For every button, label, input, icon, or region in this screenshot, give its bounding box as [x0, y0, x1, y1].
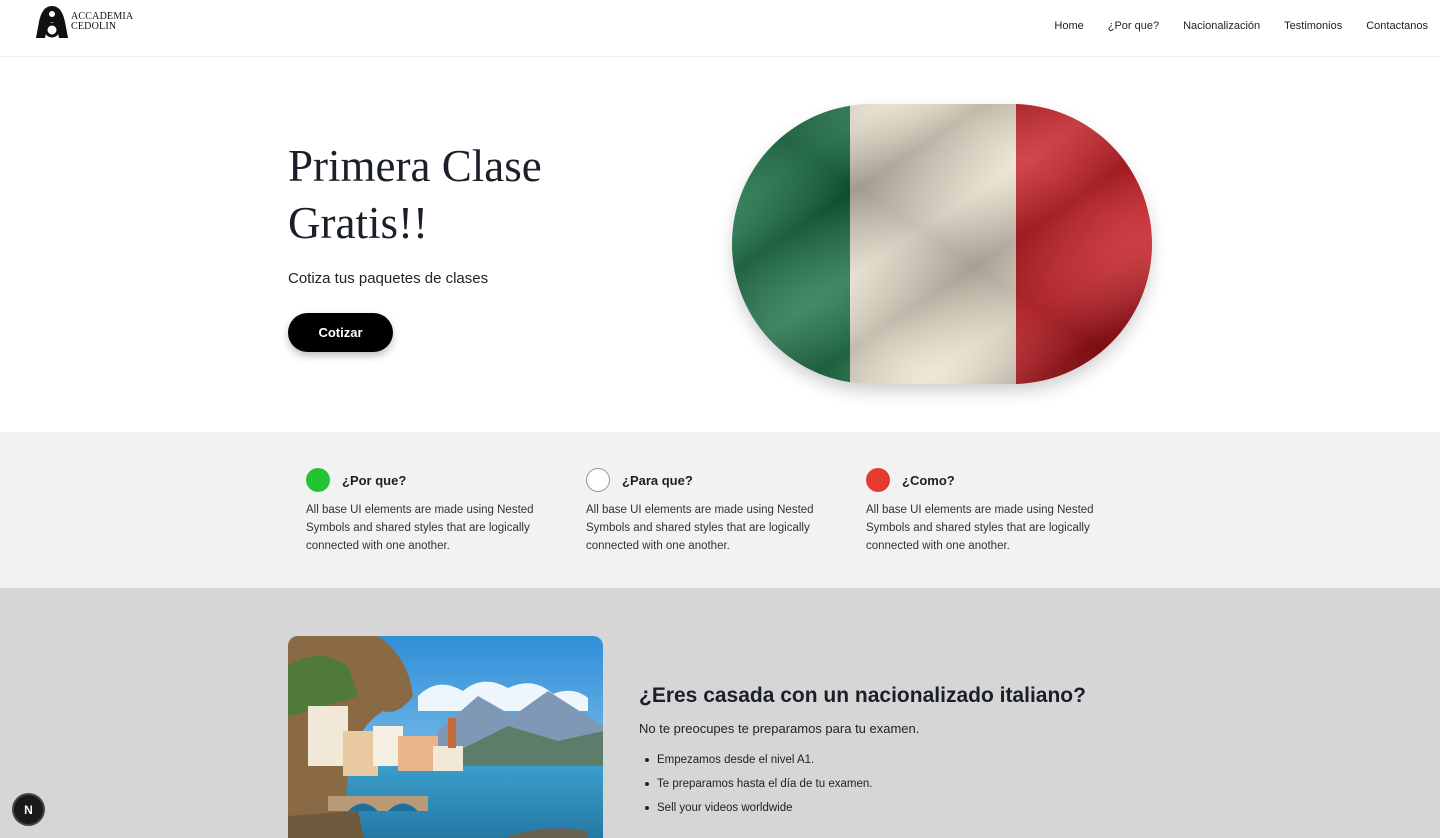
- list-item: Te preparamos hasta el día de tu examen.: [644, 776, 872, 800]
- features-section: ¿Por que? All base UI elements are made …: [0, 432, 1440, 588]
- logo-text: ACCADEMIA CEDOLIN: [71, 12, 133, 32]
- exam-section-subtitle: No te preocupes te preparamos para tu ex…: [639, 721, 920, 736]
- nav-testimonios[interactable]: Testimonios: [1284, 20, 1342, 32]
- feature-text: All base UI elements are made using Nest…: [866, 504, 1094, 552]
- logo[interactable]: ACCADEMIA CEDOLIN: [35, 4, 133, 40]
- white-dot-icon: [586, 468, 610, 492]
- italian-flag-image: [732, 104, 1152, 384]
- feature-title: ¿Para que?: [622, 472, 693, 488]
- red-dot-icon: [866, 468, 890, 492]
- nav-nacionalizacion[interactable]: Nacionalización: [1183, 20, 1260, 32]
- exam-benefits-list: Empezamos desde el nivel A1. Te preparam…: [644, 752, 872, 824]
- feature-title: ¿Como?: [902, 472, 955, 488]
- feature-text: All base UI elements are made using Nest…: [306, 504, 534, 552]
- feature-para-que: ¿Para que? All base UI elements are made…: [586, 467, 826, 555]
- feature-title: ¿Por que?: [342, 472, 407, 488]
- nextjs-dev-badge[interactable]: N: [14, 795, 43, 824]
- nav-contactanos[interactable]: Contactanos: [1366, 20, 1428, 32]
- hero-subtitle: Cotiza tus paquetes de clases: [288, 270, 489, 287]
- nav-home[interactable]: Home: [1054, 20, 1083, 32]
- green-dot-icon: [306, 468, 330, 492]
- feature-como: ¿Como? All base UI elements are made usi…: [866, 467, 1106, 555]
- main-nav: Home ¿Por que? Nacionalización Testimoni…: [1054, 20, 1428, 32]
- feature-por-que: ¿Por que? All base UI elements are made …: [306, 467, 546, 555]
- navbar: ACCADEMIA CEDOLIN Home ¿Por que? Naciona…: [0, 0, 1440, 57]
- exam-prep-section: ¿Eres casada con un nacionalizado italia…: [0, 588, 1440, 838]
- exam-section-title: ¿Eres casada con un nacionalizado italia…: [639, 684, 1086, 707]
- logo-line-2: CEDOLIN: [71, 21, 117, 32]
- logo-mark-icon: [36, 6, 68, 38]
- feature-text: All base UI elements are made using Nest…: [586, 504, 814, 552]
- list-item: Empezamos desde el nivel A1.: [644, 752, 872, 776]
- hero-title: Primera Clase Gratis!!: [288, 141, 542, 248]
- list-item: Sell your videos worldwide: [644, 800, 872, 824]
- amalfi-coast-photo: [288, 636, 603, 838]
- cotizar-button[interactable]: Cotizar: [288, 313, 393, 352]
- nav-por-que[interactable]: ¿Por que?: [1108, 20, 1159, 32]
